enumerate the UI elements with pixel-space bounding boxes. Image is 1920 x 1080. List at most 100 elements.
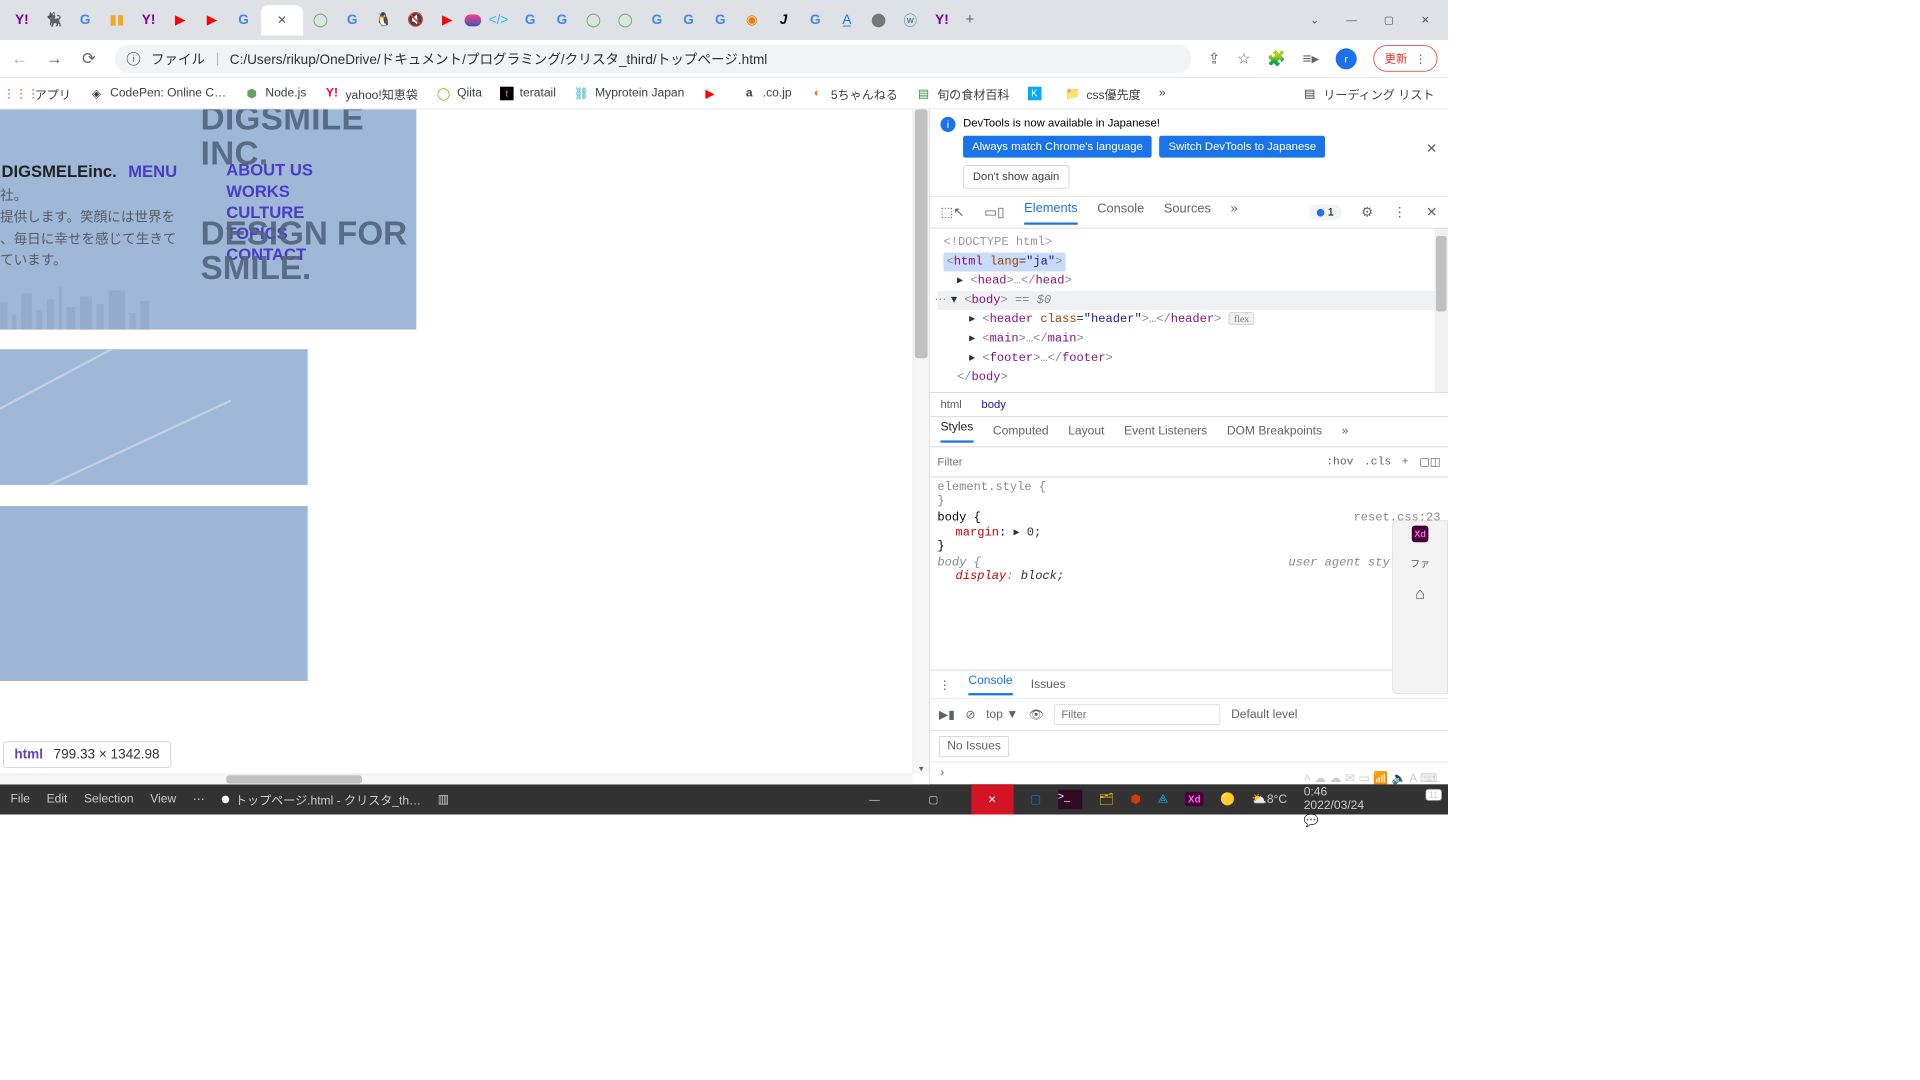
tab-favicon[interactable]: ▶ [433, 7, 462, 33]
scrollbar-thumb[interactable] [226, 775, 362, 783]
scrollbar-thumb[interactable] [915, 109, 928, 358]
tab-favicon[interactable]: ◯ [579, 7, 608, 33]
bookmark-item[interactable]: ▤旬の食材百科 [916, 84, 1010, 102]
tab-favicon[interactable]: G [229, 7, 258, 33]
tab-favicon[interactable]: G [548, 7, 577, 33]
tray-volume-icon[interactable]: 🔈 [1392, 772, 1407, 785]
vscode-menu-item[interactable]: File [11, 793, 30, 807]
scroll-down-icon[interactable]: ▾ [913, 763, 929, 774]
nav-back-icon[interactable]: ← [11, 49, 29, 69]
issues-indicator[interactable]: 1 [1310, 204, 1342, 220]
profile-avatar[interactable]: r [1336, 48, 1357, 69]
omnibox[interactable]: i ファイル | C:/Users/rikup/OneDrive/ドキュメント/… [115, 44, 1192, 73]
dont-show-again-button[interactable]: Don't show again [963, 165, 1069, 188]
nav-forward-icon[interactable]: → [45, 49, 63, 69]
bookmark-item[interactable]: 📁css優先度 [1065, 84, 1140, 102]
match-language-button[interactable]: Always match Chrome's language [963, 136, 1152, 158]
tab-favicon[interactable]: </> [484, 7, 513, 33]
hov-toggle[interactable]: :hov [1326, 455, 1353, 468]
dom-node[interactable]: ▸ <header class="header">…</header> flex [937, 310, 1440, 329]
window-minimize-icon[interactable]: — [1346, 14, 1357, 27]
home-icon[interactable]: ⌂ [1415, 584, 1425, 604]
extensions-icon[interactable]: 🧩 [1267, 49, 1286, 68]
close-icon[interactable]: ✕ [1426, 204, 1437, 220]
bookmark-item[interactable]: Y!yahoo!知恵袋 [324, 84, 418, 102]
window-maximize-icon[interactable]: ▢ [1384, 14, 1394, 27]
taskbar-vscode[interactable]: ⟁ [1158, 793, 1169, 807]
style-rule[interactable]: element.style { } [937, 480, 1440, 507]
tab-favicon[interactable]: ◉ [738, 7, 767, 33]
bookmark-item[interactable]: ◯Qiita [436, 86, 482, 101]
dom-node[interactable]: ▸ <main>…</main> [937, 330, 1440, 349]
taskbar-clock[interactable]: 0:46 2022/03/24 [1304, 786, 1438, 813]
tab-favicon[interactable] [465, 14, 482, 26]
tab-favicon[interactable]: ⬤ [864, 7, 893, 33]
window-maximize-icon[interactable]: ▢ [912, 784, 954, 814]
crumb[interactable]: html [940, 398, 961, 411]
nav-link[interactable]: ABOUT US [226, 161, 313, 181]
new-tab-button[interactable]: + [959, 11, 980, 28]
cls-toggle[interactable]: .cls [1364, 455, 1391, 468]
scrollbar-thumb[interactable] [1436, 236, 1447, 311]
drawer-menu-icon[interactable]: ⋮ [939, 678, 950, 692]
bookmark-item[interactable]: ⬢Node.js [244, 86, 306, 101]
bookmark-item[interactable]: K [1028, 86, 1048, 100]
tab-favicon[interactable]: G [516, 7, 545, 33]
clear-console-icon[interactable]: ⊘ [965, 707, 975, 722]
taskbar-chrome[interactable]: 🟡 [1220, 792, 1235, 807]
tab-dom-breakpoints[interactable]: DOM Breakpoints [1227, 425, 1322, 439]
tray-onedrive-icon[interactable]: ☁ [1330, 772, 1342, 785]
tabs-overflow[interactable]: » [1231, 201, 1238, 223]
dom-node[interactable]: ▸ <footer>…</footer> [937, 349, 1440, 368]
drawer-tab-issues[interactable]: Issues [1031, 678, 1066, 692]
new-style-rule-icon[interactable]: + [1402, 455, 1409, 468]
tab-favicon[interactable]: ▮▮ [103, 7, 132, 33]
dom-node[interactable]: <!DOCTYPE html> [937, 233, 1440, 252]
tab-layout[interactable]: Layout [1068, 425, 1104, 439]
tab-favicon[interactable]: A̲ [833, 7, 862, 33]
bookmark-star-icon[interactable]: ☆ [1237, 49, 1251, 68]
taskbar-app[interactable]: ▢ [1030, 792, 1041, 807]
tab-favicon[interactable]: Y! [8, 7, 37, 33]
toggle-computed-sidebar-icon[interactable]: ▢◫ [1419, 455, 1440, 469]
bookmarks-overflow[interactable]: » [1159, 86, 1166, 100]
panel-layout-icon[interactable]: ▥ [438, 792, 449, 807]
bookmark-item[interactable]: ◈CodePen: Online C… [89, 86, 226, 101]
tray-keyboard-icon[interactable]: ⌨ [1420, 772, 1437, 785]
tray-notifications-icon[interactable]: 💬 [1304, 814, 1319, 827]
tab-favicon[interactable]: G [338, 7, 367, 33]
tab-favicon[interactable]: ◯ [306, 7, 335, 33]
tab-favicon[interactable]: 🐈‍⬛ [39, 7, 68, 33]
log-levels-select[interactable]: Default level [1231, 708, 1297, 722]
nav-reload-icon[interactable]: ⟳ [80, 49, 98, 69]
share-icon[interactable]: ⇪ [1208, 49, 1221, 68]
page-viewport[interactable]: DIGSMILE INC. DIGSMELEinc. MENU ABOUT US… [0, 109, 913, 784]
dom-node[interactable]: <html lang="ja"> [937, 252, 1440, 271]
vscode-menu-more[interactable]: ⋯ [193, 792, 205, 807]
page-scrollbar-horizontal[interactable] [0, 774, 913, 785]
tab-favicon[interactable]: Y! [134, 7, 163, 33]
tray-battery-icon[interactable]: ▭ [1358, 772, 1369, 785]
close-icon[interactable]: ✕ [277, 12, 287, 27]
tab-search-icon[interactable]: ⌄ [1310, 14, 1319, 27]
update-button[interactable]: 更新⋮ [1373, 45, 1437, 71]
tab-sources[interactable]: Sources [1164, 201, 1211, 223]
switch-devtools-japanese-button[interactable]: Switch DevTools to Japanese [1159, 136, 1325, 158]
inspect-icon[interactable]: ⬚↖ [940, 204, 964, 220]
taskbar-terminal[interactable]: >_ [1058, 790, 1082, 810]
tab-console[interactable]: Console [1097, 201, 1144, 223]
settings-gear-icon[interactable]: ⚙ [1361, 204, 1373, 220]
tab-active[interactable]: ✕ [261, 5, 303, 35]
taskbar-office[interactable]: ⬢ [1131, 792, 1142, 807]
tab-favicon[interactable]: ▶ [198, 7, 227, 33]
dom-node[interactable]: </body> [937, 368, 1440, 387]
tab-favicon[interactable]: J [769, 7, 798, 33]
close-icon[interactable]: ✕ [1426, 141, 1437, 157]
apps-shortcut[interactable]: ⋮⋮⋮アプリ [14, 84, 71, 102]
tabs-overflow[interactable]: » [1342, 425, 1349, 439]
tab-favicon[interactable]: 🐧 [370, 7, 399, 33]
tab-favicon[interactable]: ◯ [611, 7, 640, 33]
window-close-icon[interactable]: ✕ [1421, 14, 1430, 27]
tray-onedrive-icon[interactable]: ☁ [1314, 772, 1326, 785]
no-issues-badge[interactable]: No Issues [939, 736, 1009, 757]
